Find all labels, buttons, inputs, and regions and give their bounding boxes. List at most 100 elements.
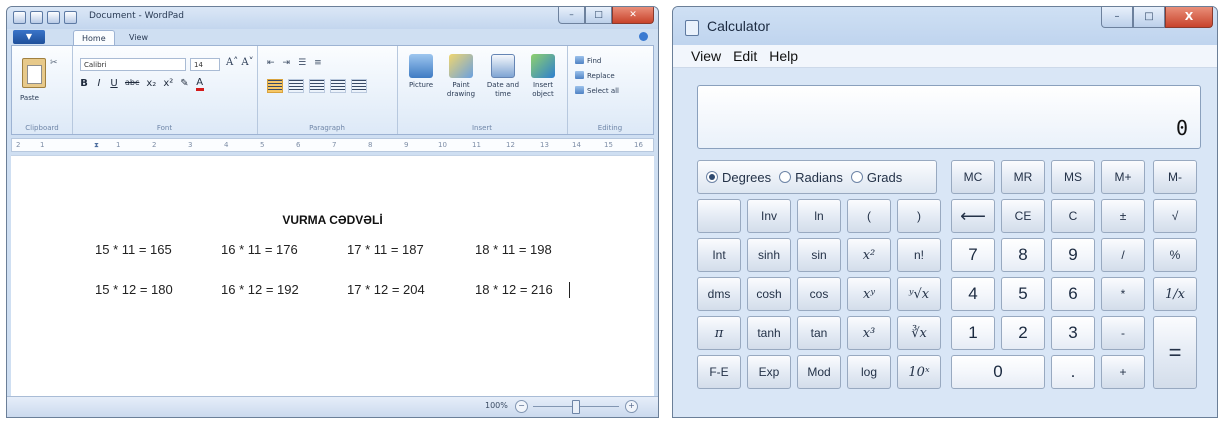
zoom-in-button[interactable]: + bbox=[625, 400, 638, 413]
application-menu-button[interactable]: ▼ bbox=[13, 30, 45, 44]
calc-minimize-button[interactable]: – bbox=[1101, 7, 1133, 28]
save-icon[interactable] bbox=[30, 11, 43, 24]
digit-3-button[interactable]: 3 bbox=[1051, 316, 1095, 350]
cosh-button[interactable]: cosh bbox=[747, 277, 791, 311]
digit-8-button[interactable]: 8 bbox=[1001, 238, 1045, 272]
plus-minus-button[interactable]: ± bbox=[1101, 199, 1145, 233]
insert-object-button[interactable]: Insert object bbox=[525, 54, 561, 99]
indent-marker-icon[interactable]: ⧗ bbox=[94, 139, 99, 151]
grow-shrink-font-buttons[interactable]: A˄ A˅ bbox=[226, 57, 254, 68]
justify-icon[interactable] bbox=[330, 79, 346, 93]
cos-button[interactable]: cos bbox=[797, 277, 841, 311]
mr-button[interactable]: MR bbox=[1001, 160, 1045, 194]
paint-drawing-button[interactable]: Paint drawing bbox=[443, 54, 479, 99]
calc-maximize-button[interactable]: □ bbox=[1133, 7, 1165, 28]
document-area[interactable]: VURMA CƏDVƏLİ 15 * 11 = 165 16 * 11 = 17… bbox=[11, 155, 654, 400]
multiply-button[interactable]: * bbox=[1101, 277, 1145, 311]
inv-button[interactable]: Inv bbox=[747, 199, 791, 233]
ms-button[interactable]: MS bbox=[1051, 160, 1095, 194]
sin-button[interactable]: sin bbox=[797, 238, 841, 272]
tab-view[interactable]: View bbox=[121, 30, 156, 45]
strikethrough-button[interactable]: abc bbox=[125, 78, 139, 91]
digit-7-button[interactable]: 7 bbox=[951, 238, 995, 272]
add-button[interactable]: + bbox=[1101, 355, 1145, 389]
redo-icon[interactable] bbox=[64, 11, 77, 24]
help-icon[interactable] bbox=[639, 32, 648, 41]
digit-9-button[interactable]: 9 bbox=[1051, 238, 1095, 272]
zoom-out-button[interactable]: − bbox=[515, 400, 528, 413]
sqrt-button[interactable]: √ bbox=[1153, 199, 1197, 233]
digit-0-button[interactable]: 0 bbox=[951, 355, 1045, 389]
italic-button[interactable]: I bbox=[95, 78, 103, 91]
tan-button[interactable]: tan bbox=[797, 316, 841, 350]
insert-picture-button[interactable]: Picture bbox=[403, 54, 439, 90]
highlight-icon[interactable]: ✎ bbox=[180, 78, 188, 91]
paragraph-settings-icon[interactable] bbox=[351, 79, 367, 93]
digit-6-button[interactable]: 6 bbox=[1051, 277, 1095, 311]
digit-2-button[interactable]: 2 bbox=[1001, 316, 1045, 350]
tanh-button[interactable]: tanh bbox=[747, 316, 791, 350]
subscript-button[interactable]: x₂ bbox=[146, 78, 156, 91]
reciprocal-button[interactable]: 1/x bbox=[1153, 277, 1197, 311]
radio-degrees[interactable]: Degrees bbox=[706, 170, 771, 185]
f-e-button[interactable]: F-E bbox=[697, 355, 741, 389]
decrease-indent-icon[interactable]: ⇤ bbox=[267, 58, 275, 68]
menu-edit[interactable]: Edit bbox=[733, 48, 757, 64]
clear-button[interactable]: C bbox=[1051, 199, 1095, 233]
exp-button[interactable]: Exp bbox=[747, 355, 791, 389]
cube-root-button[interactable]: ∛x bbox=[897, 316, 941, 350]
undo-icon[interactable] bbox=[47, 11, 60, 24]
paste-button-label[interactable]: Paste bbox=[20, 94, 39, 102]
tab-home[interactable]: Home bbox=[73, 30, 115, 46]
ln-button[interactable]: ln bbox=[797, 199, 841, 233]
pi-button[interactable]: π bbox=[697, 316, 741, 350]
bold-button[interactable]: B bbox=[80, 78, 88, 91]
align-center-icon[interactable] bbox=[288, 79, 304, 93]
superscript-button[interactable]: x² bbox=[163, 78, 173, 91]
dms-button[interactable]: dms bbox=[697, 277, 741, 311]
close-button[interactable]: ✕ bbox=[612, 7, 654, 24]
underline-button[interactable]: U bbox=[110, 78, 118, 91]
align-left-icon[interactable] bbox=[267, 79, 283, 93]
factorial-button[interactable]: n! bbox=[897, 238, 941, 272]
log-button[interactable]: log bbox=[847, 355, 891, 389]
open-paren-button[interactable]: ( bbox=[847, 199, 891, 233]
replace-button[interactable]: Replace bbox=[575, 71, 615, 80]
maximize-button[interactable]: □ bbox=[585, 7, 612, 24]
font-size-select[interactable]: 14 bbox=[190, 58, 220, 71]
divide-button[interactable]: / bbox=[1101, 238, 1145, 272]
mc-button[interactable]: MC bbox=[951, 160, 995, 194]
blank-button[interactable] bbox=[697, 199, 741, 233]
backspace-button[interactable]: ⟵ bbox=[951, 199, 995, 233]
line-spacing-icon[interactable]: ≡ bbox=[314, 58, 322, 68]
equals-button[interactable]: = bbox=[1153, 316, 1197, 389]
m-minus-button[interactable]: M- bbox=[1153, 160, 1197, 194]
list-icon[interactable]: ☰ bbox=[298, 58, 306, 68]
minimize-button[interactable]: – bbox=[558, 7, 585, 24]
menu-view[interactable]: View bbox=[691, 48, 721, 64]
digit-4-button[interactable]: 4 bbox=[951, 277, 995, 311]
find-button[interactable]: Find bbox=[575, 56, 601, 65]
align-right-icon[interactable] bbox=[309, 79, 325, 93]
x-cubed-button[interactable]: x³ bbox=[847, 316, 891, 350]
mod-button[interactable]: Mod bbox=[797, 355, 841, 389]
sinh-button[interactable]: sinh bbox=[747, 238, 791, 272]
ruler[interactable]: 2 1 ⧗ 1 2 3 4 5 6 7 8 9 10 11 12 13 14 1… bbox=[11, 138, 654, 152]
zoom-slider-thumb[interactable] bbox=[572, 400, 580, 414]
digit-5-button[interactable]: 5 bbox=[1001, 277, 1045, 311]
increase-indent-icon[interactable]: ⇥ bbox=[283, 58, 291, 68]
font-color-button[interactable]: A bbox=[195, 78, 204, 91]
cut-icon[interactable]: ✂ bbox=[50, 58, 58, 68]
paste-icon[interactable] bbox=[22, 58, 46, 88]
ten-power-x-button[interactable]: 10ˣ bbox=[897, 355, 941, 389]
radio-grads[interactable]: Grads bbox=[850, 170, 902, 185]
x-squared-button[interactable]: x² bbox=[847, 238, 891, 272]
select-all-button[interactable]: Select all bbox=[575, 86, 619, 95]
menu-help[interactable]: Help bbox=[769, 48, 798, 64]
m-plus-button[interactable]: M+ bbox=[1101, 160, 1145, 194]
percent-button[interactable]: % bbox=[1153, 238, 1197, 272]
date-time-button[interactable]: Date and time bbox=[485, 54, 521, 99]
digit-1-button[interactable]: 1 bbox=[951, 316, 995, 350]
font-family-select[interactable]: Calibri bbox=[80, 58, 186, 71]
x-power-y-button[interactable]: xʸ bbox=[847, 277, 891, 311]
